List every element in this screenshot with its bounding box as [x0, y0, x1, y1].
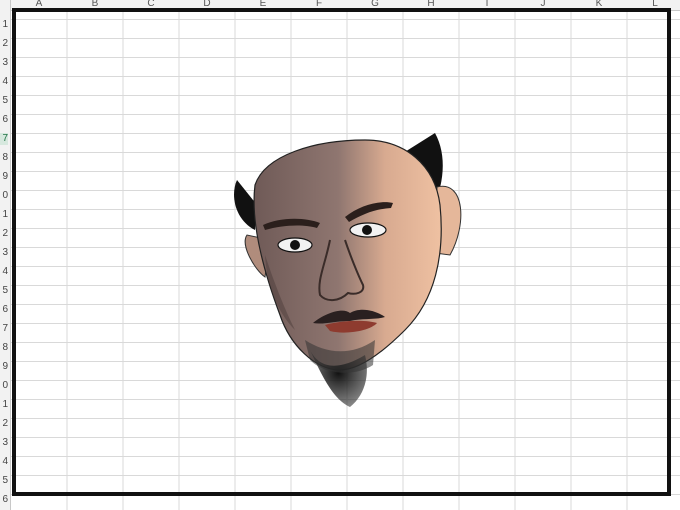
row-header[interactable]: 3	[0, 247, 8, 259]
row-header[interactable]: 6	[0, 114, 8, 126]
row-header[interactable]: 6	[0, 304, 8, 316]
row-header[interactable]: 4	[0, 76, 8, 88]
row-header[interactable]: 9	[0, 361, 8, 373]
row-header[interactable]: 4	[0, 266, 8, 278]
face-shape	[253, 139, 442, 371]
row-header[interactable]: 5	[0, 95, 8, 107]
row-header[interactable]: 3	[0, 437, 8, 449]
row-header[interactable]: 7	[0, 133, 8, 145]
row-header[interactable]: 1	[0, 19, 8, 31]
portrait-drawing[interactable]	[225, 125, 475, 415]
row-header[interactable]: 7	[0, 323, 8, 335]
spreadsheet-canvas: ABCDEFGHIJKL 12345678901234567890123456	[0, 0, 680, 510]
row-header[interactable]: 0	[0, 380, 8, 392]
row-header[interactable]: 1	[0, 399, 8, 411]
row-header[interactable]: 6	[0, 494, 8, 506]
right-pupil	[362, 225, 372, 235]
row-header[interactable]: 0	[0, 190, 8, 202]
row-header[interactable]: 2	[0, 228, 8, 240]
row-header[interactable]: 2	[0, 38, 8, 50]
row-header[interactable]: 9	[0, 171, 8, 183]
row-header[interactable]: 5	[0, 285, 8, 297]
row-header[interactable]: 8	[0, 342, 8, 354]
row-header[interactable]: 3	[0, 57, 8, 69]
left-pupil	[290, 240, 300, 250]
row-header[interactable]: 8	[0, 152, 8, 164]
row-header[interactable]: 4	[0, 456, 8, 468]
row-header[interactable]: 5	[0, 475, 8, 487]
row-header[interactable]: 1	[0, 209, 8, 221]
row-header[interactable]: 2	[0, 418, 8, 430]
